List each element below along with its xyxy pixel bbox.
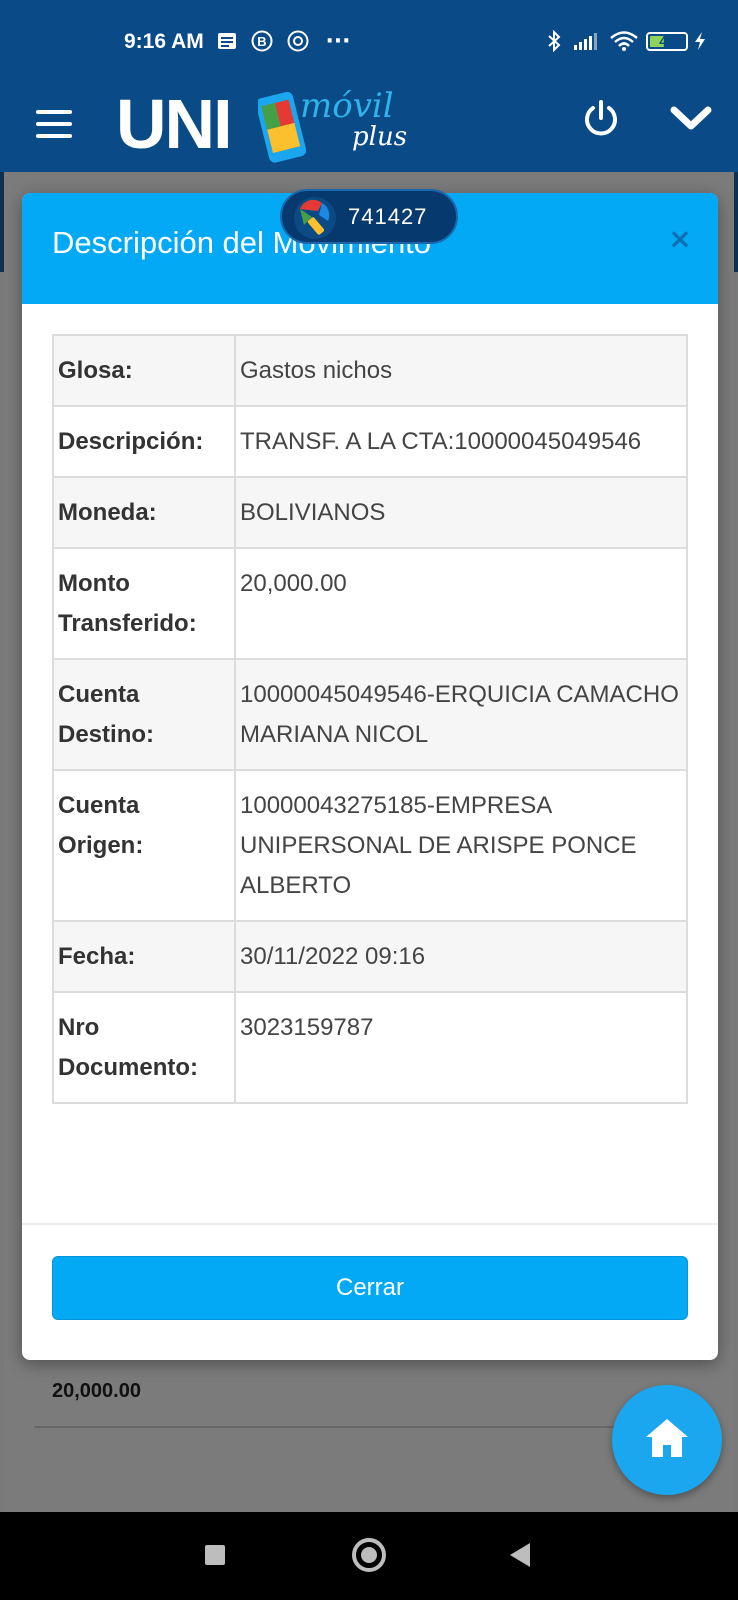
modal-footer-divider xyxy=(22,1223,718,1225)
logo-script: móvil xyxy=(300,86,394,126)
app-header: UNI móvil plus xyxy=(0,82,738,172)
detail-row: Descripción: TRANSF. A LA CTA:10000045049… xyxy=(52,405,688,478)
back-icon[interactable] xyxy=(510,1543,530,1567)
system-nav-bar xyxy=(0,1512,738,1600)
detail-row: Nro Documento: 3023159787 xyxy=(52,991,688,1104)
detail-value: TRANSF. A LA CTA:10000045049546 xyxy=(234,405,688,478)
chrome-icon xyxy=(286,30,310,52)
wifi-icon xyxy=(608,30,640,52)
detail-row: Fecha: 30/11/2022 09:16 xyxy=(52,920,688,993)
detail-label: Fecha: xyxy=(52,920,236,993)
detail-label: Moneda: xyxy=(52,476,236,549)
status-bar: 9:16 AM B ··· 42 xyxy=(0,0,738,82)
detail-value: BOLIVIANOS xyxy=(234,476,688,549)
detail-value: Gastos nichos xyxy=(234,334,688,407)
detail-label: Monto Transferido: xyxy=(52,547,236,660)
otp-code: 741427 xyxy=(348,204,428,229)
otp-bubble[interactable]: 741427 xyxy=(280,189,458,244)
detail-row: Cuenta Destino: 10000045049546-ERQUICIA C… xyxy=(52,658,688,771)
detail-row: Cuenta Origen: 10000043275185-EMPRESA UNI… xyxy=(52,769,688,922)
status-time: 9:16 AM xyxy=(124,30,204,53)
signal-icon xyxy=(572,30,600,52)
detail-value: 10000043275185-EMPRESA UNIPERSONAL DE AR… xyxy=(234,769,688,922)
more-dots-icon: ··· xyxy=(325,28,351,54)
close-button[interactable]: Cerrar xyxy=(52,1256,688,1320)
home-icon xyxy=(646,1419,688,1457)
bluetooth-icon xyxy=(546,30,562,52)
power-icon[interactable] xyxy=(580,98,622,140)
detail-row: Glosa: Gastos nichos xyxy=(52,334,688,407)
menu-icon[interactable] xyxy=(34,104,74,144)
detail-value: 3023159787 xyxy=(234,991,688,1104)
home-nav-icon[interactable] xyxy=(352,1538,386,1572)
logo-sub: plus xyxy=(352,122,408,152)
detail-table: Glosa: Gastos nichos Descripción: TRANSF. A… xyxy=(52,334,688,1104)
movement-detail-modal: Descripción del Movimiento × Glosa: Gasto… xyxy=(22,193,718,1360)
detail-row: Moneda: BOLIVIANOS xyxy=(52,476,688,549)
detail-label: Cuenta Origen: xyxy=(52,769,236,922)
detail-label: Descripción: xyxy=(52,405,236,478)
home-fab-button[interactable] xyxy=(612,1385,722,1495)
detail-value: 10000045049546-ERQUICIA CAMACHO MARIANA … xyxy=(234,658,688,771)
notes-icon xyxy=(216,30,238,52)
chevron-down-icon[interactable] xyxy=(668,98,714,138)
battery-level: 42 xyxy=(659,33,675,49)
recent-apps-icon[interactable] xyxy=(205,1545,225,1565)
b-badge-icon: B xyxy=(250,30,274,52)
logo-text: UNI xyxy=(116,85,233,163)
key-icon xyxy=(294,197,336,239)
svg-text:B: B xyxy=(257,34,266,49)
battery-icon: 42 xyxy=(646,32,688,51)
detail-row: Monto Transferido: 20,000.00 xyxy=(52,547,688,660)
detail-value: 20,000.00 xyxy=(234,547,688,660)
detail-label: Nro Documento: xyxy=(52,991,236,1104)
detail-label: Glosa: xyxy=(52,334,236,407)
close-icon[interactable]: × xyxy=(662,221,698,257)
detail-value: 30/11/2022 09:16 xyxy=(234,920,688,993)
charging-icon xyxy=(692,30,708,52)
detail-label: Cuenta Destino: xyxy=(52,658,236,771)
phone-logo-icon xyxy=(258,91,306,163)
